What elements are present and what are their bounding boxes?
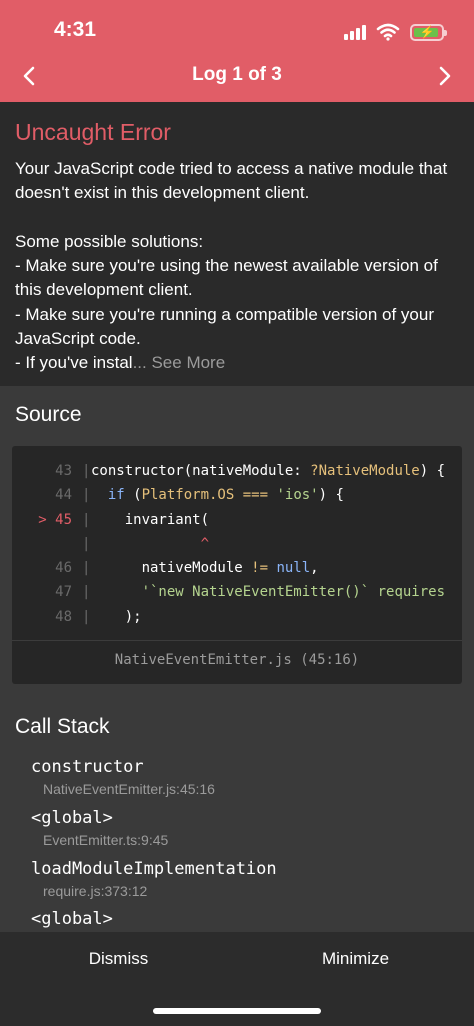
error-message: Your JavaScript code tried to access a n… — [15, 157, 465, 376]
stack-frame-name: <global> — [31, 909, 113, 929]
code-text: if (Platform.OS === 'ios') { — [107, 487, 344, 504]
code-gutter: | — [82, 608, 91, 625]
stack-frame-location: require.js:373:12 — [43, 883, 148, 899]
code-frame: 43 | constructor(nativeModule: ?NativeModu… — [12, 446, 462, 684]
call-stack-heading: Call Stack — [15, 715, 110, 738]
line-number: 44 — [55, 487, 72, 504]
stack-frame-location: EventEmitter.ts:9:45 — [43, 832, 169, 848]
code-file-location[interactable]: NativeEventEmitter.js (45:16) — [0, 652, 474, 668]
code-text: ); — [91, 608, 142, 625]
code-text: nativeModule != null, — [91, 560, 319, 577]
code-gutter: | — [82, 560, 91, 577]
code-text: invariant( — [91, 511, 210, 528]
line-number: 48 — [55, 608, 72, 625]
stack-frame-name: <global> — [31, 808, 113, 828]
code-gutter: | — [82, 584, 91, 601]
battery-icon: ⚡ — [410, 23, 447, 41]
stack-frame[interactable]: <global> — [31, 909, 113, 929]
error-title: Uncaught Error — [15, 119, 171, 145]
dismiss-button[interactable]: Dismiss — [0, 949, 237, 973]
code-text: ^ — [91, 535, 210, 552]
code-gutter: | — [82, 487, 91, 504]
code-line: 47 | '`new NativeEventEmitter()` requires — [12, 580, 462, 604]
code-gutter: | — [82, 535, 91, 552]
code-gutter: | — [82, 511, 91, 528]
code-text: '`new NativeEventEmitter()` requires — [141, 584, 446, 601]
stack-frame-name: loadModuleImplementation — [31, 859, 277, 879]
see-more-link[interactable]: ... See More — [133, 353, 226, 372]
code-line: | ^ — [12, 532, 462, 556]
line-number: 47 — [55, 584, 72, 601]
code-gutter: | — [82, 463, 91, 479]
chevron-right-icon — [439, 66, 451, 86]
code-line: 43 | constructor(nativeModule: ?NativeModu… — [12, 459, 462, 483]
home-indicator — [153, 1008, 321, 1014]
stack-frame[interactable]: constructor NativeEventEmitter.js:45:16 — [31, 757, 215, 797]
line-number: 43 — [55, 463, 72, 479]
code-line: 44 | if (Platform.OS === 'ios') { — [12, 483, 462, 507]
line-number: 46 — [55, 560, 72, 577]
code-text: constructor(nativeModule: ?NativeModule)… — [91, 463, 446, 479]
charging-bolt-icon: ⚡ — [419, 25, 435, 39]
signal-icon — [344, 24, 366, 40]
error-message-area: Uncaught Error Your JavaScript code trie… — [0, 102, 474, 386]
code-divider — [12, 640, 462, 641]
code-line: > 45 | invariant( — [12, 508, 462, 532]
log-title: Log 1 of 3 — [192, 64, 282, 85]
minimize-button[interactable]: Minimize — [237, 949, 474, 973]
stack-frame-name: constructor — [31, 757, 144, 777]
code-line: 48 | ); — [12, 605, 462, 629]
stack-frame[interactable]: loadModuleImplementation require.js:373:… — [31, 859, 277, 899]
wifi-icon — [376, 23, 400, 41]
error-message-text: Your JavaScript code tried to access a n… — [15, 159, 448, 373]
status-time: 4:31 — [53, 18, 97, 41]
header-bar: 4:31 ⚡ Log 1 of 3 — [0, 0, 474, 102]
line-number: > 45 — [38, 511, 72, 528]
code-lines: 43 | constructor(nativeModule: ?NativeModu… — [12, 459, 462, 629]
source-heading: Source — [15, 403, 82, 426]
next-log-button[interactable] — [430, 64, 460, 88]
code-line: 46 | nativeModule != null, — [12, 556, 462, 580]
stack-frame-location: NativeEventEmitter.js:45:16 — [43, 781, 215, 797]
stack-frame[interactable]: <global> EventEmitter.ts:9:45 — [31, 808, 168, 848]
status-icons: ⚡ — [344, 20, 447, 44]
